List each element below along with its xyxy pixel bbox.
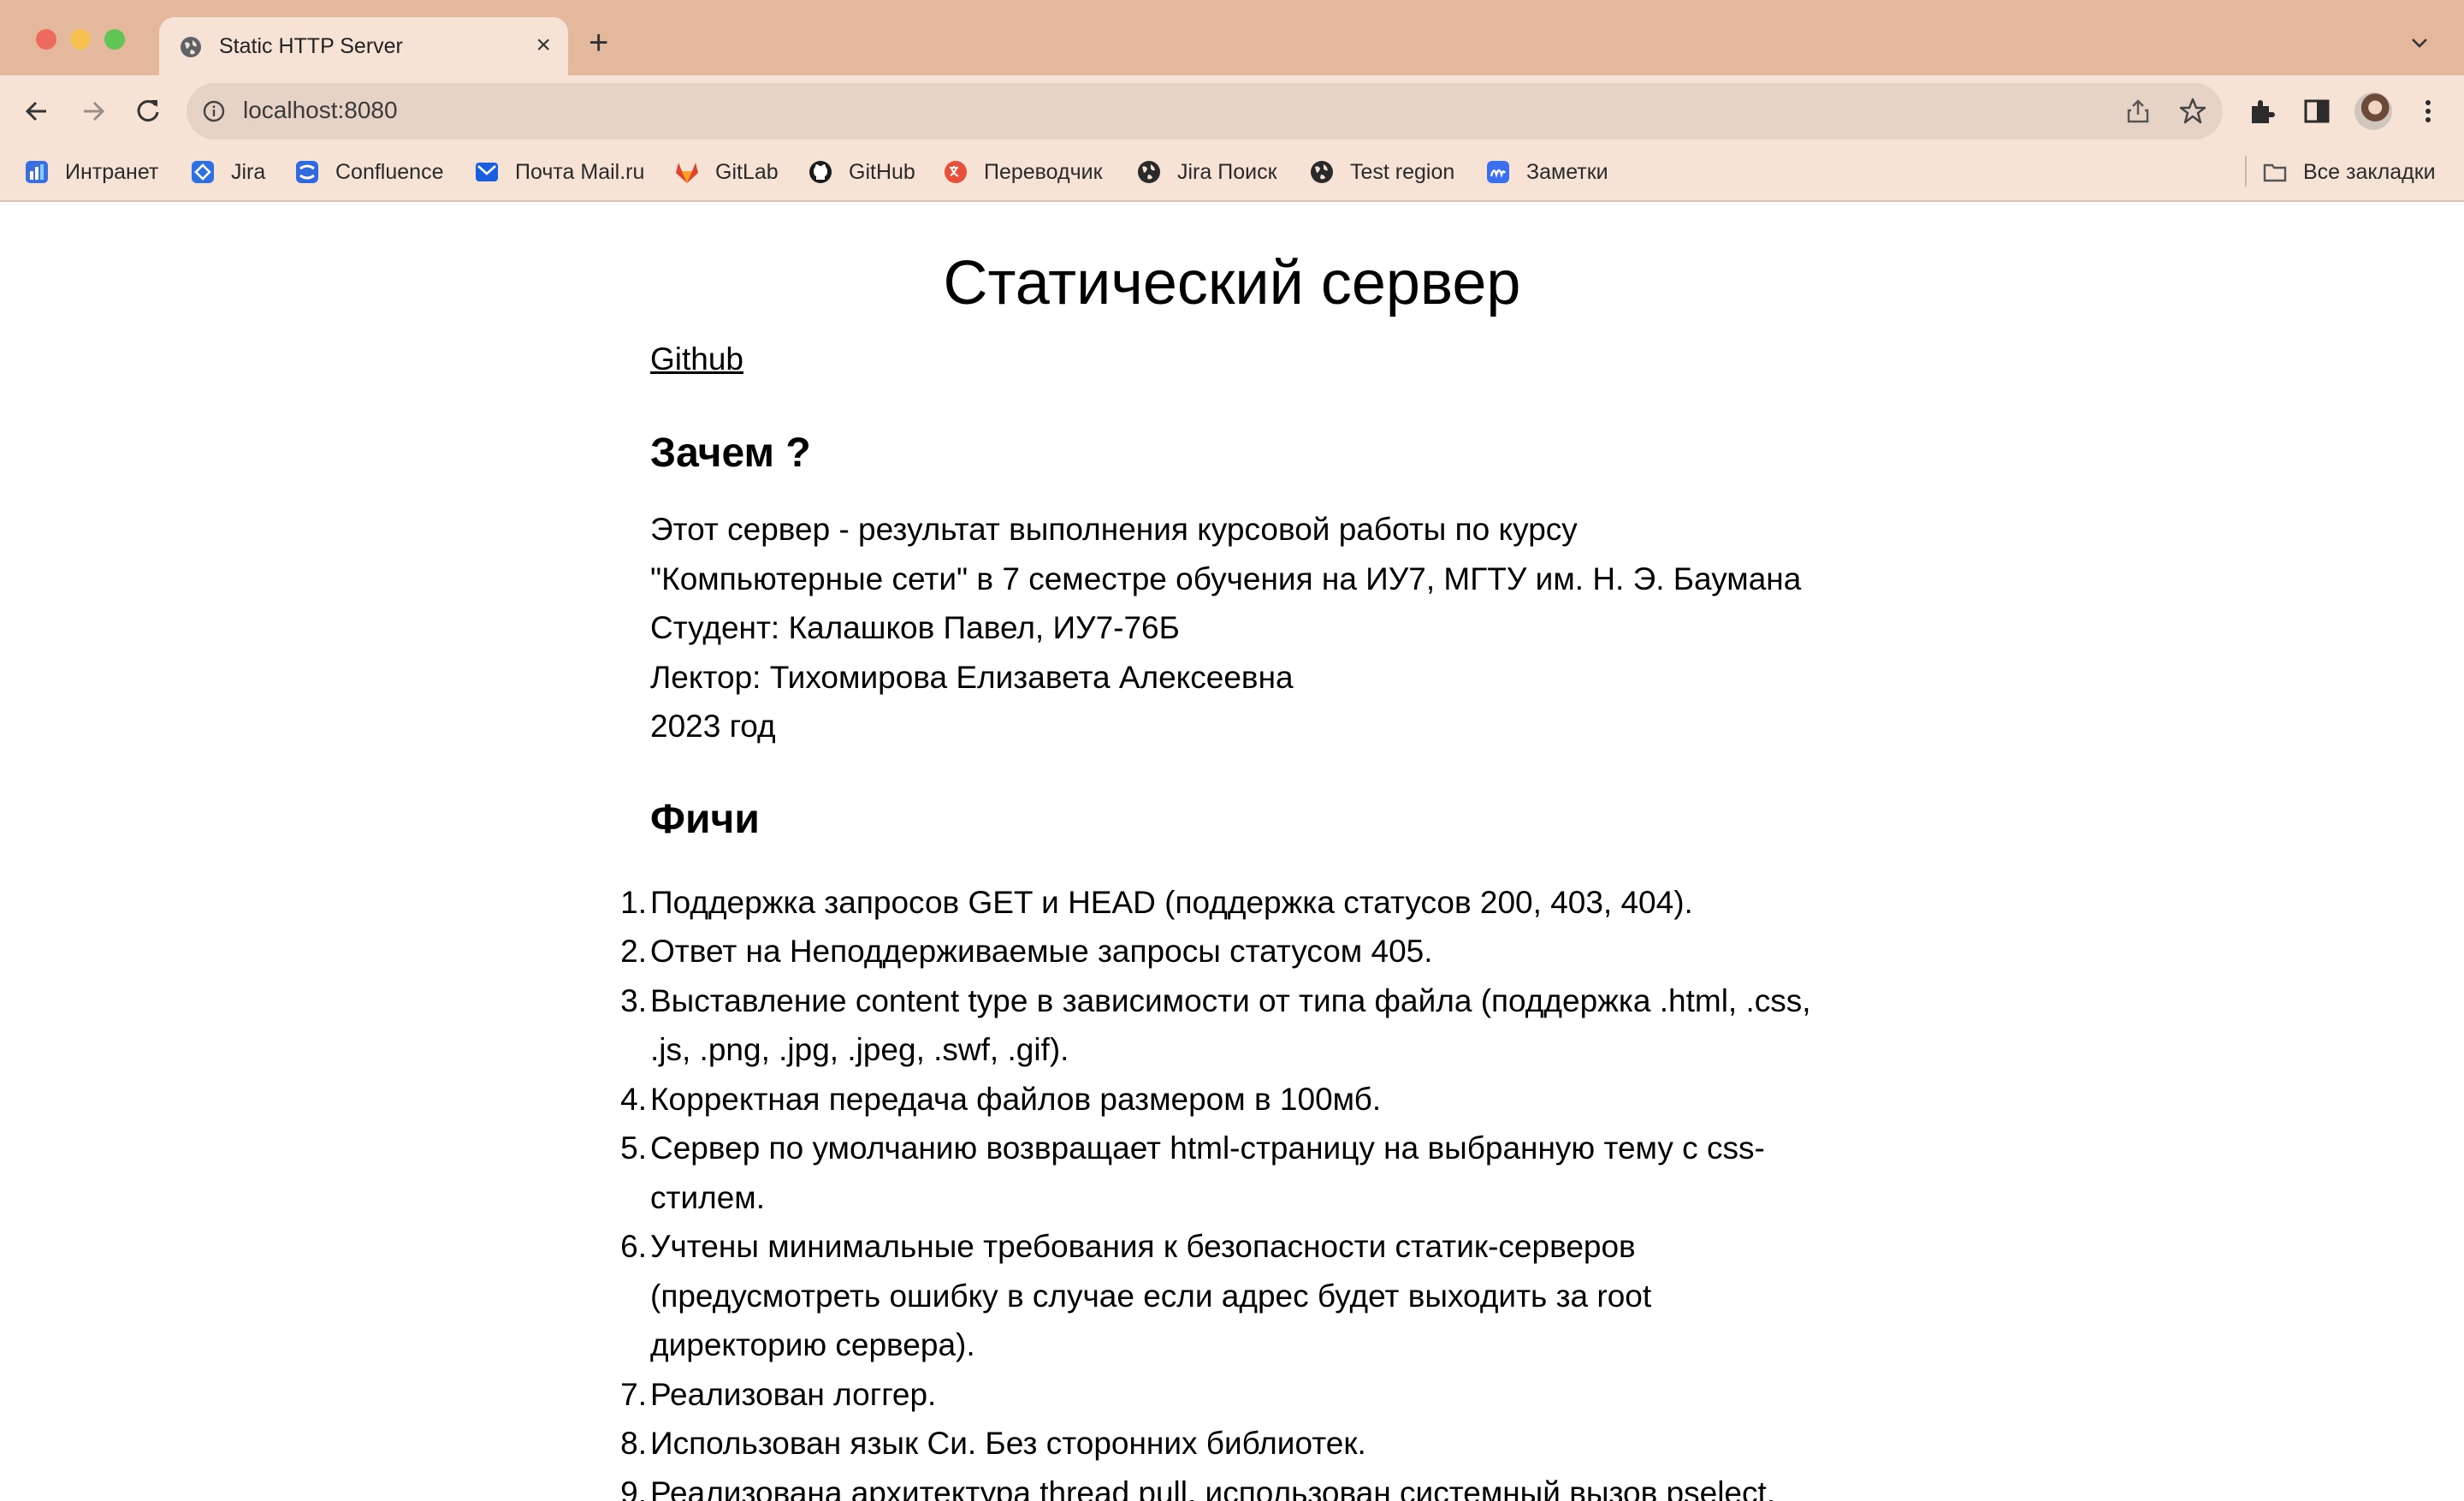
bookmark-confluence[interactable]: Confluence (294, 157, 443, 187)
feature-item: 7. Реализован логгер. (620, 1370, 1814, 1420)
forward-arrow-icon[interactable] (77, 95, 110, 128)
more-menu-icon[interactable] (2413, 96, 2443, 127)
back-arrow-icon[interactable] (21, 95, 53, 128)
new-tab-button[interactable]: + (589, 26, 608, 60)
bookmark-label: Заметки (1526, 159, 1608, 184)
globe-icon (1311, 161, 1333, 183)
why-line: Этот сервер - результат выполнения курсо… (650, 512, 1578, 547)
feature-item: 4. Корректная передача файлов размером в… (620, 1075, 1814, 1124)
mail-icon (476, 163, 498, 181)
chevron-down-icon[interactable] (2409, 33, 2430, 53)
folder-icon (2263, 163, 2287, 182)
bookmark-label: Jira Поиск (1177, 159, 1277, 184)
bookmark-label: Test region (1350, 159, 1455, 184)
maximize-window-button[interactable] (104, 29, 125, 50)
share-icon[interactable] (2125, 98, 2151, 125)
feature-number: 8. (620, 1426, 647, 1461)
features-heading: Фичи (650, 796, 760, 842)
gitlab-icon (676, 163, 698, 183)
bookmark-github[interactable]: GitHub (808, 157, 915, 187)
why-paragraph: Этот сервер - результат выполнения курсо… (650, 505, 1814, 751)
bookmark-gitlab[interactable]: GitLab (674, 157, 779, 187)
url-text[interactable]: localhost:8080 (243, 97, 398, 124)
bookmark-notes[interactable]: Заметки (1485, 157, 1608, 187)
bookmark-label: Jira (231, 159, 266, 184)
globe-icon (181, 37, 201, 57)
translator-icon (945, 161, 967, 183)
why-line: Лектор: Тихомирова Елизавета Алексеевна (650, 659, 1294, 695)
all-bookmarks-button[interactable]: Все закладки (2262, 157, 2436, 187)
feature-item: 8. Использован язык Си. Без сторонних би… (620, 1419, 1814, 1468)
close-tab-icon[interactable]: × (536, 33, 551, 58)
close-window-button[interactable] (36, 29, 56, 50)
side-panel-icon[interactable] (2301, 96, 2332, 127)
bookmark-label: GitHub (849, 159, 915, 184)
feature-line: Учтены минимальные требования к безопасн… (650, 1229, 1636, 1264)
bookmarks-separator (2245, 156, 2247, 187)
bookmark-jira[interactable]: Jira (190, 157, 265, 187)
why-line: 2023 год (650, 709, 776, 744)
feature-number: 6. (620, 1229, 647, 1264)
profile-avatar[interactable] (2354, 92, 2392, 130)
feature-number: 7. (620, 1376, 647, 1412)
bookmark-test-region[interactable]: Test region (1309, 157, 1454, 187)
why-line: Студент: Калашков Павел, ИУ7-76Б (650, 610, 1180, 645)
bookmark-star-icon[interactable] (2178, 97, 2207, 126)
why-line: "Компьютерные сети" в 7 семестре обучени… (650, 561, 1802, 596)
why-heading: Зачем ? (650, 430, 811, 476)
feature-line: директорию сервера). (650, 1327, 975, 1362)
bookmark-jira-search[interactable]: Jira Поиск (1136, 157, 1277, 187)
feature-item: 9. Реализована архитектура thread pull, … (620, 1468, 1814, 1501)
feature-line: (предусмотреть ошибку в случае если адре… (650, 1278, 1652, 1314)
feature-number: 3. (620, 982, 647, 1018)
feature-line: стилем. (650, 1179, 765, 1215)
globe-icon (1138, 161, 1160, 183)
address-bar[interactable] (187, 83, 2223, 139)
extensions-puzzle-icon[interactable] (2247, 96, 2277, 127)
notes-icon (1487, 161, 1509, 183)
feature-number: 9. (620, 1474, 647, 1501)
feature-line: Ответ на Неподдерживаемые запросы статус… (650, 934, 1433, 969)
page-title: Статический сервер (943, 249, 1521, 317)
bookmark-intranet[interactable]: Интранет (24, 157, 158, 187)
bookmark-translator[interactable]: Переводчик (943, 157, 1103, 187)
bookmark-label: GitLab (715, 159, 779, 184)
feature-item: 2. Ответ на Неподдерживаемые запросы ста… (620, 927, 1814, 976)
reload-icon[interactable] (132, 95, 164, 128)
feature-line: Использован язык Си. Без сторонних библи… (650, 1426, 1366, 1461)
intranet-icon (26, 161, 48, 183)
bookmark-mail[interactable]: Почта Mail.ru (474, 157, 644, 187)
feature-item: 3. Выставление content type в зависимост… (620, 976, 1814, 1075)
features-list: 1. Поддержка запросов GET и HEAD (поддер… (620, 878, 1814, 1501)
feature-line: Корректная передача файлов размером в 10… (650, 1081, 1382, 1117)
bookmark-label: Все закладки (2303, 159, 2436, 184)
feature-number: 2. (620, 934, 647, 969)
bookmark-label: Почта Mail.ru (515, 159, 645, 184)
feature-line: Поддержка запросов GET и HEAD (поддержка… (650, 884, 1693, 920)
main-content: Github Зачем ? Этот сервер - результат в… (620, 334, 1814, 1501)
feature-line: Сервер по умолчанию возвращает html-стра… (650, 1130, 1765, 1166)
feature-line: Выставление content type в зависимости о… (650, 982, 1811, 1018)
feature-item: 6. Учтены минимальные требования к безоп… (620, 1222, 1814, 1370)
feature-item: 1. Поддержка запросов GET и HEAD (поддер… (620, 878, 1814, 928)
feature-line: Реализован логгер. (650, 1376, 937, 1412)
feature-line: .js, .png, .jpg, .jpeg, .swf, .gif). (650, 1032, 1069, 1067)
bookmark-label: Confluence (335, 159, 444, 184)
site-info-icon[interactable] (202, 99, 226, 123)
confluence-icon (296, 161, 318, 183)
feature-number: 4. (620, 1081, 647, 1117)
github-icon (809, 161, 832, 183)
minimize-window-button[interactable] (70, 29, 91, 50)
active-tab[interactable]: Static HTTP Server × (159, 17, 568, 75)
feature-line: Реализована архитектура thread pull, исп… (650, 1474, 1776, 1501)
tab-title: Static HTTP Server (219, 34, 403, 58)
feature-item: 5. Сервер по умолчанию возвращает html-с… (620, 1124, 1814, 1222)
feature-number: 1. (620, 884, 647, 920)
bookmark-label: Интранет (65, 159, 159, 184)
bookmark-label: Переводчик (984, 159, 1103, 184)
github-link[interactable]: Github (650, 334, 1814, 385)
jira-icon (192, 161, 214, 183)
feature-number: 5. (620, 1130, 647, 1166)
